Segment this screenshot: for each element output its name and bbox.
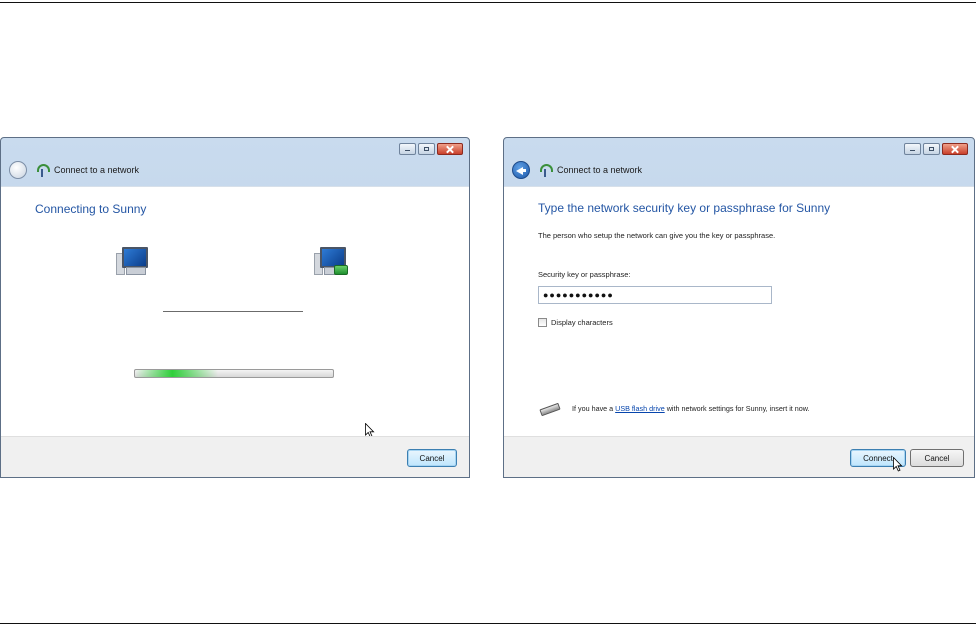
- usb-hint: If you have a USB flash drive with netwo…: [538, 402, 810, 414]
- title-bar: Connect to a network: [1, 138, 469, 186]
- usb-text-after: with network settings for Sunny, insert …: [664, 403, 810, 413]
- page-heading: Connecting to Sunny: [35, 202, 147, 216]
- nav-bar: Connect to a network: [512, 161, 642, 179]
- nav-bar: Connect to a network: [9, 161, 139, 179]
- page-heading: Type the network security key or passphr…: [538, 201, 831, 215]
- maximize-button[interactable]: [418, 143, 435, 155]
- usb-drive-icon: [538, 402, 562, 414]
- window-title: Connect to a network: [54, 165, 140, 175]
- wireless-network-icon: [538, 163, 553, 177]
- usb-text-before: If you have a: [572, 403, 616, 413]
- content-area: Connecting to Sunny: [1, 186, 469, 438]
- top-rule: [0, 2, 976, 3]
- network-icon: [314, 245, 350, 279]
- minimize-button[interactable]: [904, 143, 921, 155]
- display-characters-row[interactable]: Display characters: [538, 318, 613, 327]
- connecting-window: Connect to a network Connecting to Sunny…: [0, 137, 470, 478]
- minimize-button[interactable]: [399, 143, 416, 155]
- footer: Connect Cancel: [504, 436, 974, 477]
- cancel-button[interactable]: Cancel: [910, 449, 964, 467]
- usb-hint-text: If you have a USB flash drive with netwo…: [572, 404, 810, 413]
- maximize-button[interactable]: [923, 143, 940, 155]
- progress-bar-fill: [135, 370, 219, 377]
- security-key-window: Connect to a network Type the network se…: [503, 137, 975, 478]
- back-button[interactable]: [512, 161, 530, 179]
- back-button[interactable]: [9, 161, 27, 179]
- caption-buttons: [399, 143, 463, 155]
- connection-line: [163, 311, 303, 312]
- bottom-rule: [0, 623, 976, 624]
- security-key-input[interactable]: [538, 286, 772, 304]
- display-characters-label: Display characters: [551, 318, 613, 327]
- computer-icon: [116, 245, 152, 279]
- title-bar: Connect to a network: [504, 138, 974, 186]
- content-area: Type the network security key or passphr…: [504, 186, 974, 437]
- progress-bar: [134, 369, 334, 378]
- wireless-network-icon: [35, 163, 50, 177]
- caption-buttons: [904, 143, 968, 155]
- cancel-button[interactable]: Cancel: [407, 449, 457, 467]
- display-characters-checkbox[interactable]: [538, 318, 547, 327]
- security-key-label: Security key or passphrase:: [538, 270, 631, 279]
- window-title: Connect to a network: [557, 165, 643, 175]
- footer: Cancel: [1, 436, 469, 477]
- close-button[interactable]: [942, 143, 968, 155]
- close-button[interactable]: [437, 143, 463, 155]
- usb-flash-drive-link[interactable]: USB flash drive: [615, 404, 665, 413]
- description-text: The person who setup the network can giv…: [538, 231, 776, 240]
